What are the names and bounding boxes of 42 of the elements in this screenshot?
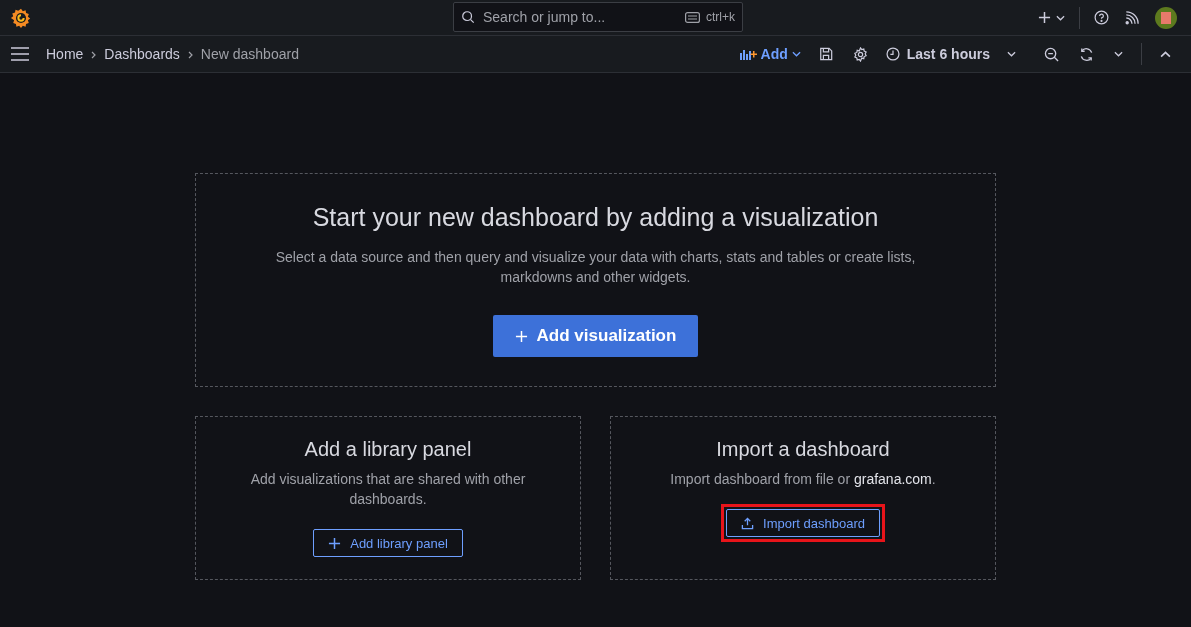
link[interactable]: grafana.com [853,471,932,487]
card-description: Add visualizations that are shared with other dashboards. [249,470,527,509]
breadcrumb-link[interactable]: Dashboards [104,46,180,62]
add-library-panel-button[interactable]: Add library panel [313,529,463,557]
card-title: Add a library panel [304,438,472,461]
caret-icon [1007,51,1016,57]
card-title: Import a dashboard [716,438,890,461]
add-visualization-button[interactable]: Add visualization [492,315,699,357]
breadcrumb-link[interactable]: Home [46,46,84,62]
chart-plus-icon [739,48,757,60]
upload-icon [741,516,755,530]
settings-icon[interactable] [852,46,868,62]
search-field[interactable]: Search or jump to... [481,8,679,26]
hero-description: Select a data source and then query and visualize your data with charts, stats and tables or create lists, markdowns and other widgets. [274,248,917,287]
search-icon [461,10,475,24]
help-icon[interactable] [1094,10,1109,25]
caret-icon [1056,14,1065,21]
caret-icon [1114,51,1123,57]
save-icon[interactable] [818,47,833,61]
avatar-icon[interactable] [1155,6,1177,29]
breadcrumb-link[interactable]: New dashboard [200,46,299,62]
menu-icon[interactable] [10,47,30,61]
chevron-icon [91,50,97,59]
card-description: Import dashboard from file or grafana.com. [670,470,936,489]
clock-icon [885,47,900,61]
time-range-picker[interactable]: Last 6 hours [877,46,1034,62]
refresh-icon[interactable] [1079,46,1094,62]
zoom-out-icon[interactable] [1044,46,1059,62]
add-button[interactable]: Add [731,46,809,62]
plus-icon [328,536,342,550]
rss-icon[interactable] [1125,10,1139,25]
plus-icon [514,329,528,343]
collapse-icon[interactable] [1160,50,1171,58]
shortcut-hint: ctrl+k [706,10,735,24]
logo-icon[interactable] [10,6,32,29]
plus-icon [1038,11,1051,24]
hero-title: Start your new dashboard by adding a visualization [312,203,879,232]
caret-icon [791,51,801,57]
import-dashboard-button[interactable]: Import dashboard [726,509,880,537]
chevron-icon [187,50,193,59]
search-bar[interactable]: Search or jump to... ctrl+k [453,2,743,32]
keyboard-icon [685,11,700,23]
